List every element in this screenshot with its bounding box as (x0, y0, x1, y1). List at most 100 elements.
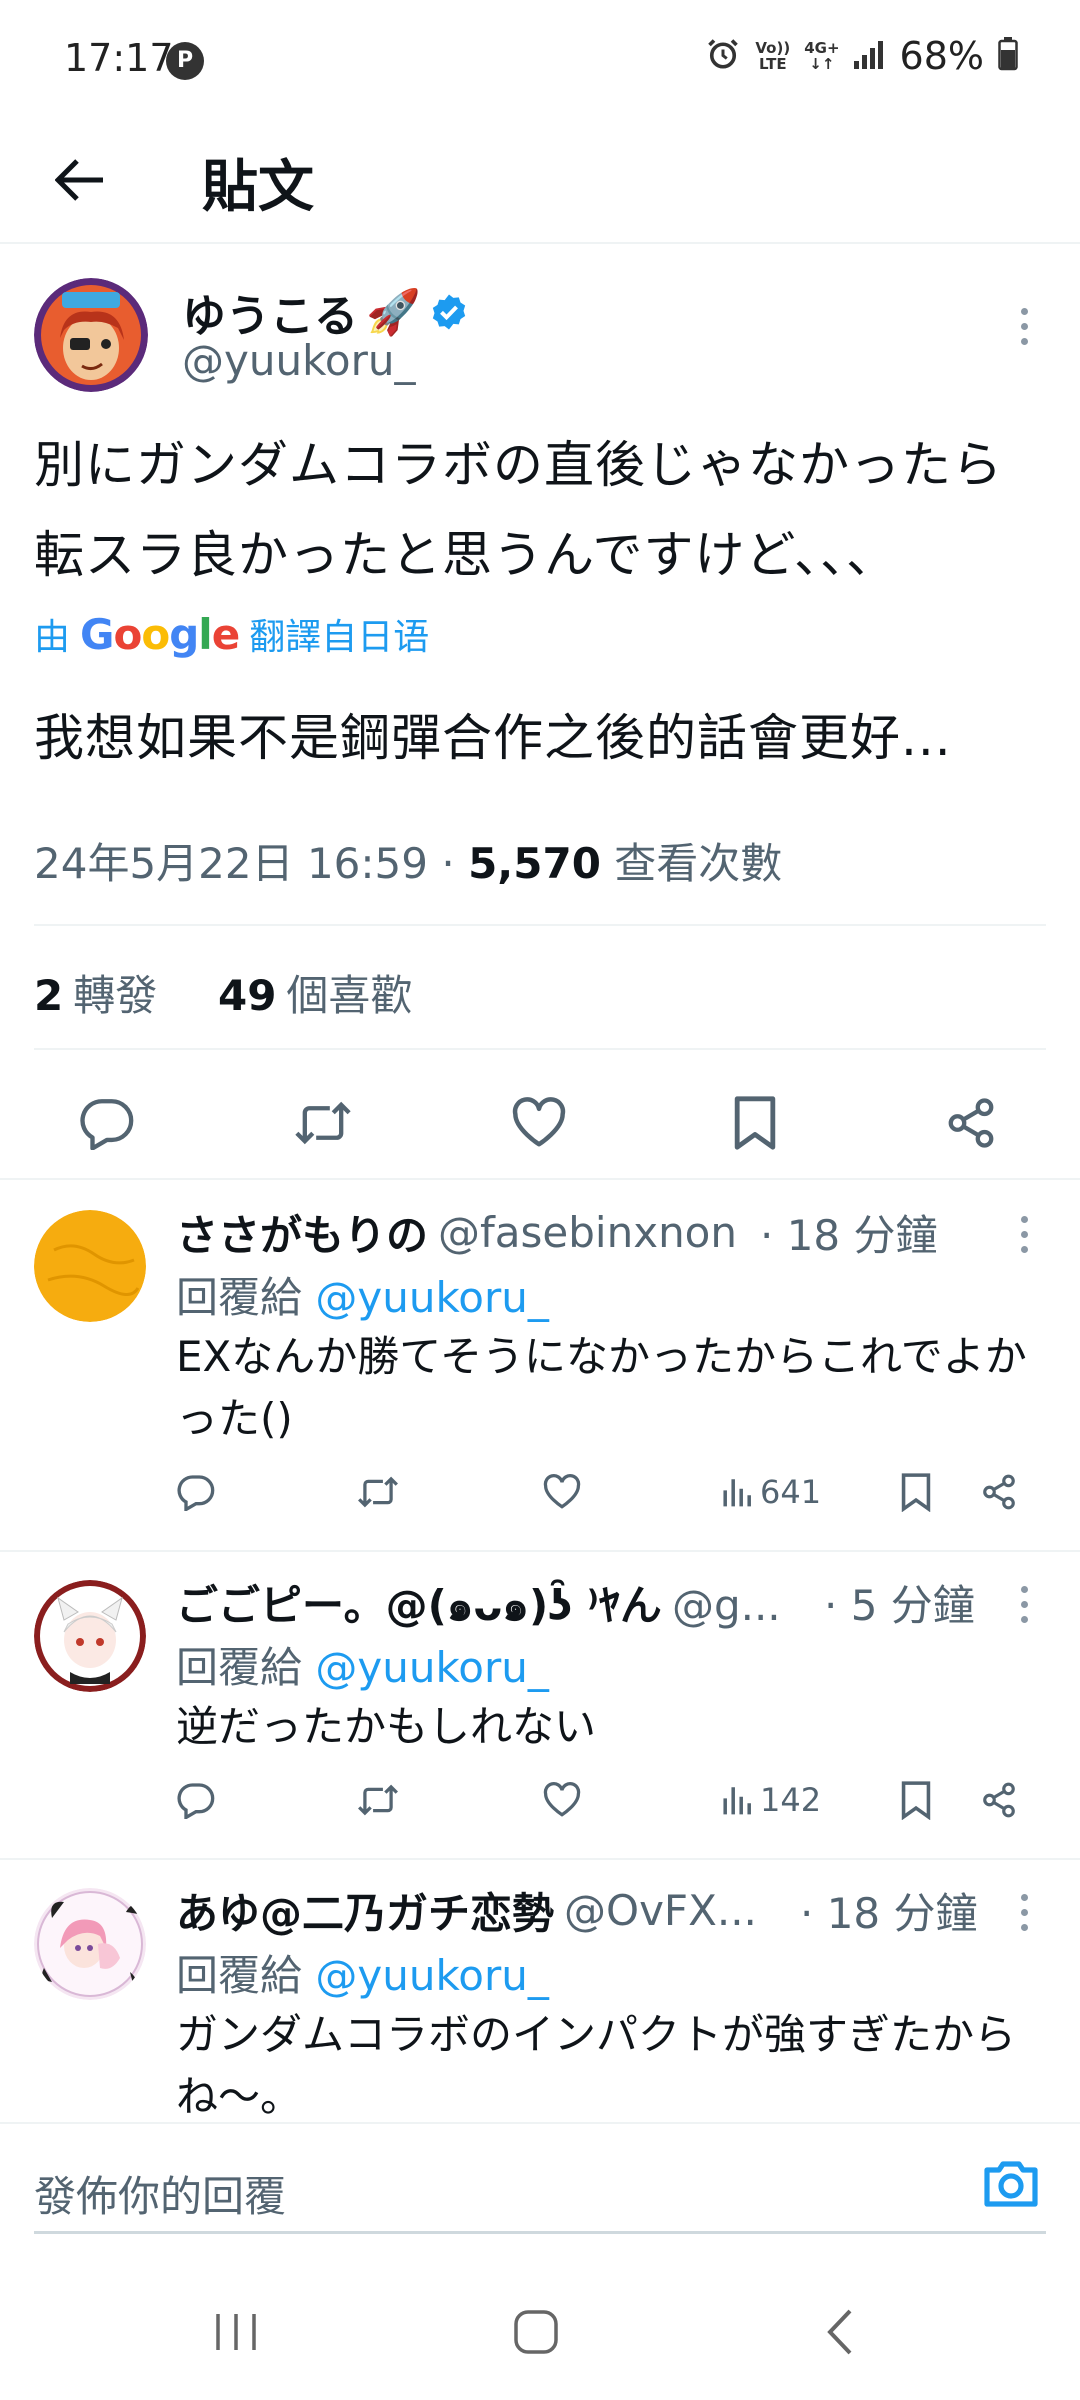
reply-tweet[interactable]: あゆ@二乃ガチ恋勢 @OvFX... · 18 分鐘 回覆給 @yuukoru_… (0, 1860, 1080, 2122)
retweets-count: 2 (34, 971, 64, 1020)
reply-retweet-button[interactable] (356, 1770, 400, 1830)
reply-to-label: 回覆給 (176, 1643, 303, 1692)
reply-views-button[interactable]: 641 (722, 1462, 821, 1522)
page-title: 貼文 (202, 155, 314, 220)
reply-tweet[interactable]: ごごピー。@(๑ᴗ๑)ʖ̑ ⁾ﾔん @g... · 5 分鐘 回覆給 @yuuk… (0, 1552, 1080, 1860)
reply-author-name[interactable]: あゆ@二乃ガチ恋勢 (176, 1880, 554, 1941)
recent-apps-button[interactable] (196, 2292, 276, 2372)
reply-avatar[interactable] (34, 1888, 146, 2000)
translation-attribution[interactable]: 由 Google 翻譯自日语 (34, 608, 429, 660)
heart-icon (543, 1782, 581, 1817)
retweets-label: 轉發 (73, 971, 158, 1020)
reply-button[interactable] (72, 1088, 142, 1158)
retweets-stat[interactable]: 2 轉發 (34, 971, 157, 1020)
share-icon (948, 1098, 994, 1148)
more-dot (1020, 1893, 1028, 1901)
reply-like-button[interactable] (542, 1462, 582, 1522)
reply-input[interactable] (34, 2144, 1046, 2234)
reply-to-label: 回覆給 (176, 1273, 303, 1322)
reply-bookmark-button[interactable] (900, 1770, 932, 1830)
post-text: 別にガンダムコラボの直後じゃなかったら 転スラ良かったと思うんですけど、、、 (34, 420, 1054, 600)
reply-text: 逆だったかもしれない (176, 1702, 597, 1751)
reply-timestamp: · 18 分鐘 (760, 1211, 938, 1260)
reply-retweet-button[interactable] (356, 1462, 400, 1522)
reply-to-label: 回覆給 (176, 1951, 303, 2000)
reply-share-button[interactable] (980, 1462, 1018, 1522)
likes-stat[interactable]: 49 個喜歡 (218, 971, 412, 1020)
status-icons: Vo)) LTE 4G+ ↓↑ 68% (705, 34, 1018, 78)
translated-text: 我想如果不是鋼彈合作之後的話會更好... (34, 709, 952, 767)
retweet-icon (358, 1476, 398, 1508)
meta-separator: · (441, 839, 455, 888)
bookmark-icon (901, 1781, 931, 1820)
reply-comment-button[interactable] (176, 1770, 216, 1830)
network-4g-text: 4G+ (804, 39, 840, 57)
reply-avatar[interactable] (34, 1580, 146, 1692)
google-logo: Google (80, 609, 240, 659)
reply-text: ガンダムコラボのインパクトが強すぎたからね〜。 (176, 2010, 1017, 2121)
reply-to-mention[interactable]: @yuukoru_ (315, 1643, 549, 1692)
author-name-row[interactable]: ゆうこる 🚀 (182, 280, 469, 344)
comment-icon (177, 1783, 215, 1819)
reply-author-handle[interactable]: @g... (672, 1581, 781, 1630)
author-handle[interactable]: @yuukoru_ (182, 336, 416, 385)
reply-timestamp: · 18 分鐘 (800, 1889, 978, 1938)
reply-share-button[interactable] (980, 1770, 1018, 1830)
status-bar: 17:17 P Vo)) LTE 4G+ ↓↑ 68% (0, 0, 1080, 120)
heart-icon (543, 1474, 581, 1509)
reply-author-handle[interactable]: @OvFX... (564, 1886, 757, 1935)
retweet-icon (358, 1784, 398, 1816)
bookmark-button[interactable] (720, 1088, 790, 1158)
reply-views-button[interactable]: 142 (722, 1770, 821, 1830)
reply-avatar[interactable] (34, 1210, 146, 1322)
views-count: 5,570 (468, 839, 601, 888)
reply-like-button[interactable] (542, 1770, 582, 1830)
camera-button[interactable] (978, 2154, 1044, 2214)
retweet-icon (295, 1101, 351, 1145)
reply-header: ごごピー。@(๑ᴗ๑)ʖ̑ ⁾ﾔん @g... (176, 1572, 781, 1639)
bookmark-icon (901, 1473, 931, 1512)
more-dot (1020, 337, 1028, 345)
signal-icon (853, 39, 886, 73)
translate-suffix: 翻譯自日语 (249, 617, 430, 658)
more-dot (1020, 322, 1028, 330)
reply-header: ささがもりの @fasebinxnon (176, 1202, 737, 1263)
reply-author-name[interactable]: ささがもりの (176, 1202, 428, 1263)
post-action-bar (0, 1066, 1080, 1180)
p-notification-icon: P (166, 42, 204, 80)
reply-to-mention[interactable]: @yuukoru_ (315, 1273, 549, 1322)
volte-bottom-text: LTE (759, 55, 787, 73)
reply-comment-button[interactable] (176, 1462, 216, 1522)
reply-author-handle[interactable]: @fasebinxnon (438, 1208, 737, 1257)
recent-apps-icon (216, 2314, 256, 2350)
reply-more-options-button[interactable] (1004, 1574, 1044, 1634)
home-button[interactable] (496, 2292, 576, 2372)
reply-to-mention[interactable]: @yuukoru_ (315, 1951, 549, 2000)
reply-more-options-button[interactable] (1004, 1882, 1044, 1942)
share-button[interactable] (936, 1088, 1006, 1158)
bookmark-icon (734, 1096, 776, 1150)
system-back-button[interactable] (800, 2292, 880, 2372)
reply-author-name[interactable]: ごごピー。@(๑ᴗ๑)ʖ̑ ⁾ﾔん (176, 1572, 662, 1639)
reply-header: あゆ@二乃ガチ恋勢 @OvFX... (176, 1880, 757, 1941)
reply-more-options-button[interactable] (1004, 1204, 1044, 1264)
retweet-button[interactable] (288, 1088, 358, 1158)
reply-text: EXなんか勝てそうになかったからこれでよかった() (176, 1332, 1027, 1443)
reply-action-bar: 142 (176, 1770, 1056, 1830)
author-avatar[interactable] (34, 278, 148, 392)
bar-chart-icon (723, 1479, 751, 1507)
reply-tweet[interactable]: ささがもりの @fasebinxnon · 18 分鐘 回覆給 @yuukoru… (0, 1182, 1080, 1552)
comment-icon (177, 1475, 215, 1511)
more-dot (1020, 1600, 1028, 1608)
engagement-stats: 2 轉發 49 個喜歡 (34, 962, 412, 1023)
share-icon (983, 1474, 1015, 1510)
arrow-left-icon (55, 159, 103, 201)
author-display-name: ゆうこる (182, 291, 358, 342)
views-label: 查看次數 (614, 839, 783, 888)
back-button[interactable] (40, 140, 120, 220)
reply-views-count: 641 (760, 1473, 822, 1511)
post-more-options-button[interactable] (1004, 296, 1044, 356)
like-button[interactable] (504, 1088, 574, 1158)
top-app-bar: 貼文 (0, 120, 1080, 244)
reply-bookmark-button[interactable] (900, 1462, 932, 1522)
